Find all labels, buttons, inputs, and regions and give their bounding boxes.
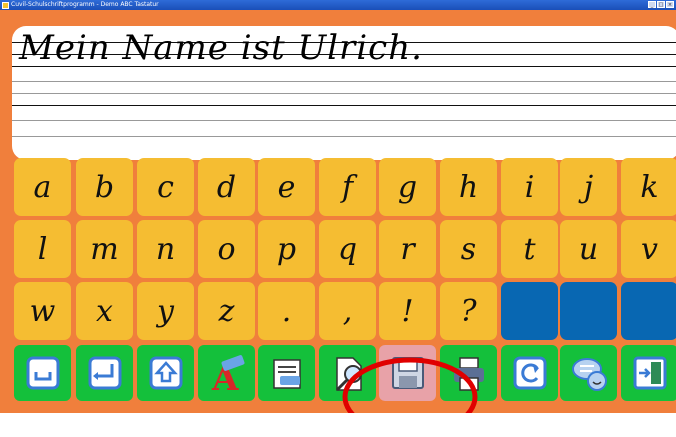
key-j[interactable]: j: [560, 158, 617, 216]
zoom-icon: [335, 357, 362, 392]
written-text: Mein Name ist Ulrich.: [19, 28, 423, 68]
key-b[interactable]: b: [76, 158, 133, 216]
key-o[interactable]: o: [198, 220, 255, 278]
exit-button[interactable]: [621, 345, 676, 401]
key-t[interactable]: t: [501, 220, 558, 278]
key-x[interactable]: x: [76, 282, 133, 340]
writing-area[interactable]: Mein Name ist Ulrich.: [12, 26, 676, 160]
key-c[interactable]: c: [137, 158, 194, 216]
key-n[interactable]: n: [137, 220, 194, 278]
blank-key[interactable]: [621, 282, 676, 340]
key-q[interactable]: q: [319, 220, 376, 278]
speech-button[interactable]: [560, 345, 617, 401]
close-button[interactable]: ×: [666, 1, 674, 8]
undo-button[interactable]: [501, 345, 558, 401]
app-icon: [2, 1, 9, 9]
blank-key[interactable]: [560, 282, 617, 340]
zoom-button[interactable]: [319, 345, 376, 401]
enter-button[interactable]: [76, 345, 133, 401]
space-button[interactable]: [14, 345, 71, 401]
key-exclamation[interactable]: !: [379, 282, 436, 340]
app-canvas: Mein Name ist Ulrich. abcdefghijk lmnopqr…: [0, 10, 676, 437]
window-title: Cuvil-Schulschriftprogramm - Demo ABC Ta…: [11, 1, 159, 8]
undo-icon: [513, 356, 546, 390]
key-z[interactable]: z: [198, 282, 255, 340]
maximize-button[interactable]: □: [657, 1, 665, 8]
key-a[interactable]: a: [14, 158, 71, 216]
key-l[interactable]: l: [14, 220, 71, 278]
key-y[interactable]: y: [137, 282, 194, 340]
print-button[interactable]: [440, 345, 497, 401]
clear-text-button[interactable]: [258, 345, 315, 401]
blank-key[interactable]: [501, 282, 558, 340]
key-g[interactable]: g: [379, 158, 436, 216]
key-e[interactable]: e: [258, 158, 315, 216]
key-f[interactable]: f: [319, 158, 376, 216]
save-icon: [391, 357, 424, 389]
title-bar[interactable]: Cuvil-Schulschriftprogramm - Demo ABC Ta…: [0, 0, 676, 10]
font-eraser-icon: A: [211, 355, 244, 392]
font-eraser-button[interactable]: A: [198, 345, 255, 401]
key-u[interactable]: u: [560, 220, 617, 278]
print-icon: [453, 357, 484, 391]
key-h[interactable]: h: [440, 158, 497, 216]
save-button[interactable]: [379, 345, 436, 401]
key-p[interactable]: p: [258, 220, 315, 278]
key-i[interactable]: i: [501, 158, 558, 216]
speech-icon: [571, 358, 607, 391]
key-v[interactable]: v: [621, 220, 676, 278]
key-d[interactable]: d: [198, 158, 255, 216]
clear-text-icon: [272, 359, 301, 389]
key-k[interactable]: k: [621, 158, 676, 216]
shift-button[interactable]: [137, 345, 194, 401]
exit-icon: [633, 356, 666, 390]
enter-icon: [88, 356, 121, 390]
window-controls: _ □ ×: [648, 1, 674, 8]
minimize-button[interactable]: _: [648, 1, 656, 8]
key-comma[interactable]: ,: [319, 282, 376, 340]
status-strip: [0, 413, 676, 437]
key-r[interactable]: r: [379, 220, 436, 278]
key-s[interactable]: s: [440, 220, 497, 278]
shift-icon: [149, 356, 182, 390]
key-question[interactable]: ?: [440, 282, 497, 340]
key-w[interactable]: w: [14, 282, 71, 340]
key-m[interactable]: m: [76, 220, 133, 278]
space-icon: [26, 356, 59, 390]
key-period[interactable]: .: [258, 282, 315, 340]
